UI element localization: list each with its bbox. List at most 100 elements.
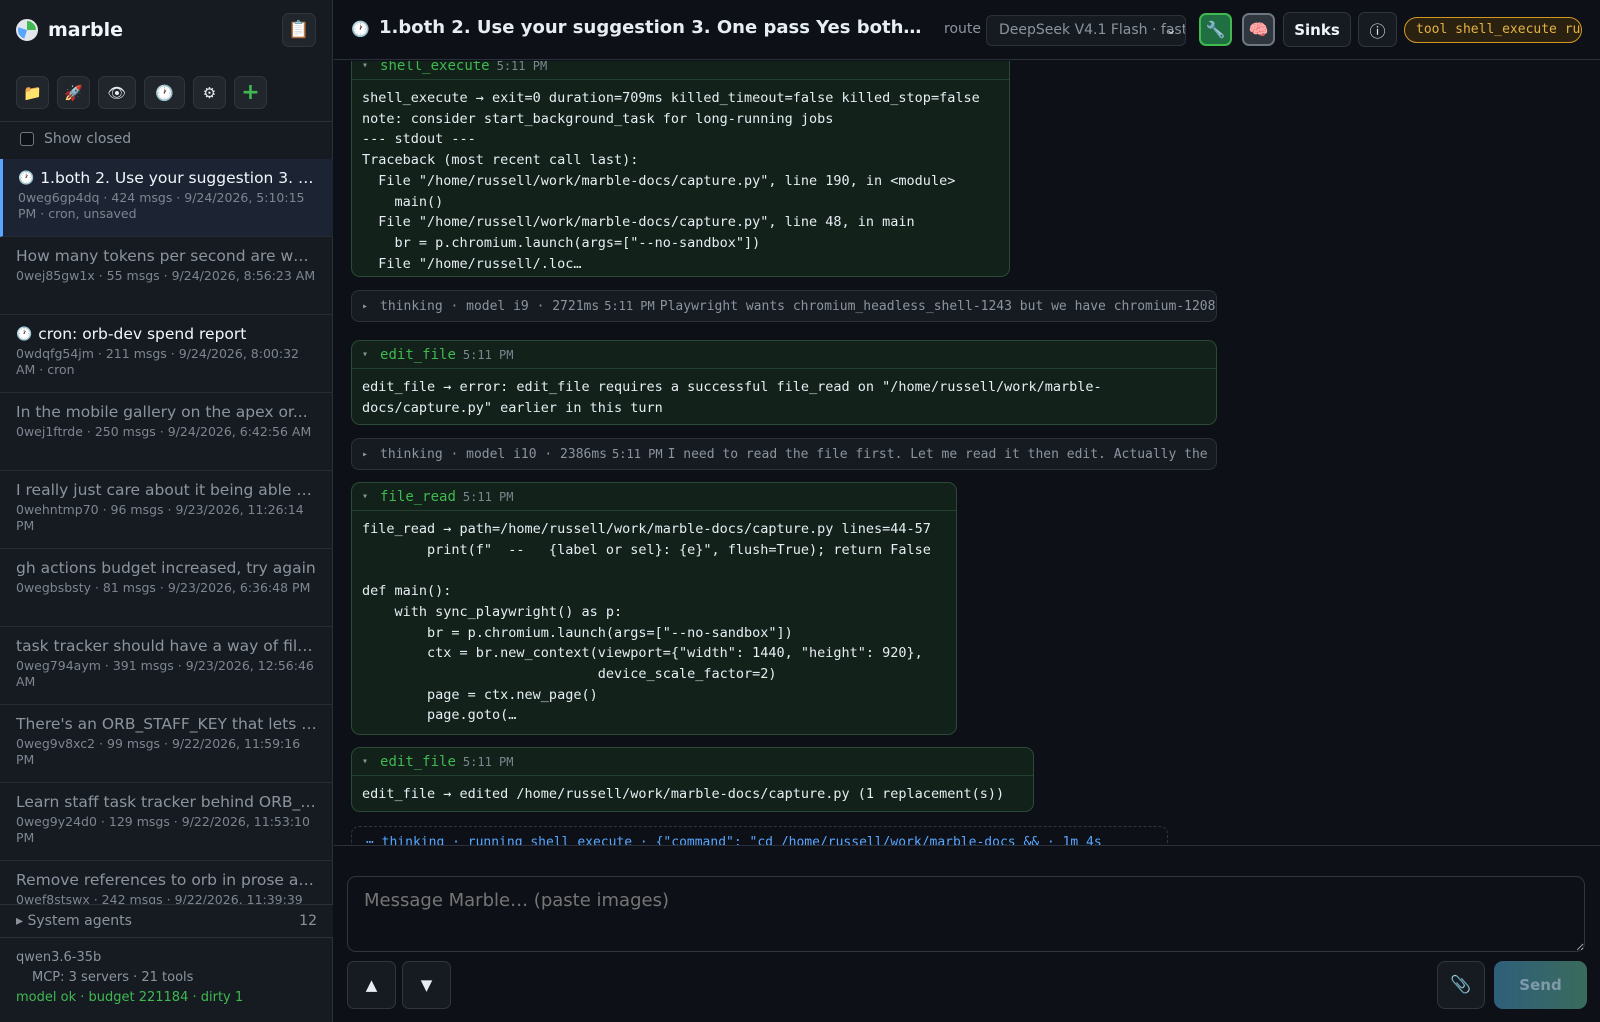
sidebar-footer: qwen3.6-35b MCP: 3 servers · 21 tools mo… — [16, 950, 243, 1005]
session-title: I really just care about it being able t… — [16, 481, 317, 499]
session-meta: 0wej85gw1x · 55 msgs · 9/24/2026, 8:56:2… — [16, 268, 316, 283]
attach-button[interactable]: 📎 — [1437, 961, 1485, 1009]
tools-toggle-button[interactable]: 🔧 — [1199, 13, 1232, 46]
brain-icon: 🧠 — [1248, 20, 1269, 39]
session-title-text: I really just care about it being able t… — [16, 481, 317, 499]
scroll-up-button[interactable]: ▲ — [347, 961, 396, 1009]
tool-call-card: ▾ shell_execute 5:11 PM shell_execute → … — [351, 61, 1010, 277]
tool-call-header[interactable]: ▾ edit_file 5:11 PM — [352, 341, 1216, 369]
folder-button[interactable]: 📁 — [16, 76, 49, 109]
rocket-icon: 🚀 — [64, 83, 83, 102]
active-model: qwen3.6-35b — [16, 950, 102, 965]
session-item[interactable]: I really just care about it being able t… — [0, 471, 333, 549]
system-agents-toggle[interactable]: System agents 12 — [0, 904, 333, 938]
session-item[interactable]: 🕐 1.both 2. Use your suggestion 3. One pa… — [0, 159, 333, 237]
thinking-label: thinking · model i10 · 2386ms — [380, 446, 608, 462]
tool-call-header[interactable]: ▾ file_read 5:11 PM — [352, 483, 956, 511]
settings-button[interactable]: ⚙ — [193, 76, 226, 109]
session-title: Learn staff task tracker behind ORB_STAF… — [16, 793, 317, 811]
health-status: model ok · budget 221184 · dirty 1 — [16, 990, 244, 1005]
session-meta: 0weg6gp4dq · 424 msgs · 9/24/2026, 5:10:… — [18, 190, 305, 221]
session-item[interactable]: task tracker should have a way of filter… — [0, 627, 333, 705]
thinking-toggle-button[interactable]: 🧠 — [1242, 13, 1275, 46]
session-item[interactable]: How many tokens per second are we gettin… — [0, 237, 333, 315]
info-button[interactable]: ⓘ — [1358, 12, 1397, 47]
tool-call-card: ▾ edit_file 5:11 PM edit_file → error: e… — [351, 340, 1217, 425]
tool-call-card: ▾ edit_file 5:11 PM edit_file → edited /… — [351, 747, 1034, 812]
clock-icon: 🕐 — [18, 170, 35, 186]
conversation-header: 🕐 1.both 2. Use your suggestion 3. One p… — [334, 0, 1600, 60]
divider — [0, 121, 333, 122]
chat-transcript: ▾ shell_execute 5:11 PM shell_execute → … — [334, 61, 1600, 846]
notes-button[interactable]: 📋 — [282, 13, 316, 47]
gear-icon: ⚙ — [202, 83, 217, 102]
session-title: gh actions budget increased, try again — [16, 559, 317, 577]
thinking-label: thinking · model i9 · 2721ms — [380, 298, 600, 314]
tool-status-badge: tool shell_execute running — [1404, 17, 1582, 43]
tool-time: 5:11 PM — [462, 754, 514, 769]
show-closed-toggle[interactable]: Show closed — [20, 131, 131, 147]
session-meta: 0weg9v8xc2 · 99 msgs · 9/22/2026, 11:59:… — [16, 736, 301, 767]
model-select-value: DeepSeek V4.1 Flash · fast — [999, 22, 1186, 38]
clock-button[interactable]: 🕐 — [144, 76, 185, 109]
thinking-row[interactable]: ▸ thinking · model i9 · 2721ms 5:11 PM P… — [351, 290, 1217, 322]
thinking-row[interactable]: ▸ thinking · model i10 · 2386ms 5:11 PM … — [351, 438, 1217, 470]
running-tool-row: ⋯ thinking · running shell_execute · {"c… — [351, 826, 1168, 846]
marble-logo-icon — [16, 19, 38, 41]
message-input[interactable] — [347, 876, 1585, 952]
divider — [334, 845, 1600, 846]
eye-button[interactable]: 👁 — [98, 76, 136, 109]
session-title-text: task tracker should have a way of filter… — [16, 637, 317, 655]
tool-name: file_read — [380, 488, 456, 505]
session-title-text: 1.both 2. Use your suggestion 3. One pas… — [40, 169, 317, 187]
eye-icon: 👁 — [107, 83, 127, 102]
paperclip-icon: 📎 — [1450, 975, 1472, 995]
session-title-text: How many tokens per second are we gettin… — [16, 247, 317, 265]
sinks-button[interactable]: Sinks — [1283, 12, 1351, 47]
conversation-title: 1.both 2. Use your suggestion 3. One pas… — [379, 17, 923, 38]
session-item[interactable]: Learn staff task tracker behind ORB_STAF… — [0, 783, 333, 861]
scroll-down-button[interactable]: ▼ — [402, 961, 451, 1009]
mcp-status: MCP: 3 servers · 21 tools — [32, 970, 194, 985]
session-title: task tracker should have a way of filter… — [16, 637, 317, 655]
session-item[interactable]: 🕐 cron: orb-dev spend report 0wdqfg54jm · … — [0, 315, 333, 393]
session-title: 🕐 1.both 2. Use your suggestion 3. One pa… — [18, 169, 317, 187]
send-button[interactable]: Send — [1494, 961, 1587, 1009]
sidebar: marble 📋 📁 🚀 👁 🕐 ⚙ + Show closed 🕐 1.both… — [0, 0, 333, 1022]
rocket-button[interactable]: 🚀 — [57, 76, 90, 109]
tool-call-card: ▾ file_read 5:11 PM file_read → path=/ho… — [351, 482, 957, 735]
session-item[interactable]: There's an ORB_STAFF_KEY that lets you 0w… — [0, 705, 333, 783]
clock-icon: 🕐 — [351, 20, 370, 38]
thinking-text: I need to read the file first. Let me re… — [667, 446, 1216, 462]
session-meta: 0wegbsbsty · 81 msgs · 9/23/2026, 6:36:4… — [16, 580, 311, 595]
tool-output: edit_file → error: edit_file requires a … — [362, 379, 1102, 416]
tool-time: 5:11 PM — [496, 61, 548, 73]
model-select[interactable]: DeepSeek V4.1 Flash · fast ⌄ — [986, 15, 1186, 46]
session-meta: 0wdqfg54jm · 211 msgs · 9/24/2026, 8:00:… — [16, 346, 299, 377]
app-name: marble — [48, 19, 123, 41]
session-item[interactable]: Remove references to orb in prose and do… — [0, 861, 333, 904]
session-title: How many tokens per second are we gettin… — [16, 247, 317, 265]
plus-icon: + — [241, 80, 260, 105]
tool-call-header[interactable]: ▾ edit_file 5:11 PM — [352, 748, 1033, 776]
tool-output: file_read → path=/home/russell/work/marb… — [362, 521, 931, 724]
clock-icon: 🕐 — [16, 326, 33, 342]
caret-down-icon: ▾ — [362, 61, 369, 71]
system-agents-count: 12 — [299, 913, 317, 929]
session-title: Remove references to orb in prose and do… — [16, 871, 317, 889]
tool-time: 5:11 PM — [462, 347, 514, 362]
wrench-icon: 🔧 — [1205, 20, 1226, 39]
arrow-down-icon: ▼ — [420, 976, 433, 994]
tool-call-header[interactable]: ▾ shell_execute 5:11 PM — [352, 61, 1009, 80]
tool-output: edit_file → edited /home/russell/work/ma… — [362, 786, 1005, 802]
show-closed-checkbox[interactable] — [20, 132, 34, 146]
session-item[interactable]: gh actions budget increased, try again 0w… — [0, 549, 333, 627]
thinking-time: 5:11 PM — [604, 299, 655, 313]
caret-down-icon: ▾ — [362, 491, 369, 502]
show-closed-label: Show closed — [44, 131, 132, 147]
arrow-up-icon: ▲ — [365, 976, 378, 994]
tool-name: edit_file — [380, 346, 456, 363]
session-item[interactable]: In the mobile gallery on the apex or... 0… — [0, 393, 333, 471]
session-meta: 0wej1ftrde · 250 msgs · 9/24/2026, 6:42:… — [16, 424, 312, 439]
new-session-button[interactable]: + — [234, 76, 267, 109]
